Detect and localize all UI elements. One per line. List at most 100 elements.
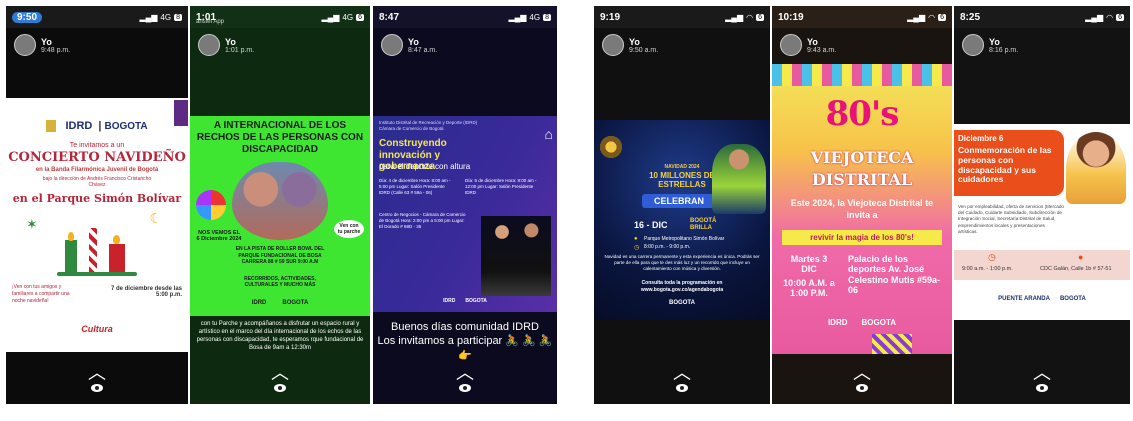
clock-icon: ◷ bbox=[634, 245, 640, 251]
views-eye-icon[interactable] bbox=[676, 384, 688, 392]
story-header[interactable]: Yo 8:16 p.m. bbox=[962, 34, 1018, 56]
signal-indicator: ▂▄▆ 4G 8 bbox=[508, 12, 551, 22]
poster-org: Instituto Distrital de Recreación y Depo… bbox=[379, 120, 478, 131]
poster-invite: Te invitamos a un bbox=[69, 142, 125, 149]
poster-link: Consulta toda la programación en www.bog… bbox=[640, 280, 724, 293]
date-badge: NOS VEMOS EL 6 Diciembre 2024 bbox=[196, 230, 242, 242]
story-user: Yo bbox=[807, 36, 818, 47]
checker-decoration bbox=[772, 64, 952, 86]
story-screen-discapacidad: 1:01 ansMi App ▂▄▆ 4G 6 Yo 1:01 p.m. A INT… bbox=[190, 6, 370, 404]
signal-indicator: ▂▄▆ ◠ 6 bbox=[725, 13, 764, 22]
candles-illustration bbox=[57, 228, 137, 278]
views-eye-icon[interactable] bbox=[856, 384, 868, 392]
info-center: Centro de Negocios - Cámara de Comercio … bbox=[379, 212, 466, 230]
signal-indicator: ▂▄▆ ◠ 6 bbox=[1085, 13, 1124, 22]
poster-hour: 9:00 a.m. - 1:00 p.m. bbox=[962, 266, 1013, 272]
story-header[interactable]: Yo 9:43 a.m. bbox=[780, 34, 836, 56]
poster-place: Parque Metropolitano Simón Bolívar bbox=[644, 236, 725, 242]
story-header[interactable]: Yo 8:47 a.m. bbox=[381, 34, 437, 56]
poster-place: CDC Galán, Calle 1b # 57-51 bbox=[1040, 266, 1112, 272]
views-eye-icon[interactable] bbox=[91, 384, 103, 392]
poster-place: Palacio de los deportes Av. José Celesti… bbox=[848, 254, 941, 296]
poster-brand: BOGOTÁ BRILLA bbox=[690, 218, 717, 231]
battery-icon: 8 bbox=[174, 13, 182, 21]
story-time: 8:16 p.m. bbox=[989, 46, 1019, 54]
story-time: 8:47 a.m. bbox=[408, 46, 438, 54]
runner-image bbox=[712, 144, 766, 214]
poster-viejoteca[interactable]: 80's VIEJOTECA DISTRITAL Este 2024, la V… bbox=[772, 64, 952, 354]
poster-title: 80's bbox=[825, 94, 900, 134]
clock-icon: ◷ bbox=[988, 252, 996, 262]
avatar[interactable] bbox=[198, 34, 220, 56]
poster-sponsor: Cultura bbox=[81, 324, 113, 334]
status-time: 9:19 bbox=[600, 11, 621, 23]
poster-title: A INTERNACIONAL DE LOS RECHOS DE LAS PER… bbox=[196, 120, 364, 155]
signal-icon: ▂▄▆ bbox=[725, 12, 744, 22]
status-bar: 1:01 ansMi App ▂▄▆ 4G 6 bbox=[190, 6, 370, 28]
poster-activities: RECORRIDOS, ACTIVIDADES, CULTURALES Y MU… bbox=[244, 276, 316, 288]
views-eye-icon[interactable] bbox=[274, 384, 286, 392]
status-app: ansMi App bbox=[196, 19, 225, 25]
wifi-icon: ◠ bbox=[1106, 12, 1114, 22]
poster-title: Conmemoración de las personas con discap… bbox=[958, 145, 1052, 185]
story-time: 9:50 a.m. bbox=[629, 46, 659, 54]
poster-concierto[interactable]: IDRD | BOGOTA Te invitamos a un CONCIERTO… bbox=[6, 98, 188, 352]
story-user: Yo bbox=[41, 36, 52, 47]
battery-icon: 6 bbox=[756, 13, 764, 21]
swipe-up-icon[interactable]: ︿ bbox=[673, 364, 691, 382]
story-header[interactable]: Yo 9:48 p.m. bbox=[14, 34, 70, 56]
poster-estrellas[interactable]: NAVIDAD 2024 10 MILLONES DE ESTRELLAS CE… bbox=[594, 120, 770, 320]
battery-icon: 6 bbox=[1116, 13, 1124, 21]
home-icon: ⌂ bbox=[544, 126, 553, 142]
avatar[interactable] bbox=[602, 34, 624, 56]
swipe-up-icon[interactable]: ︿ bbox=[853, 364, 871, 382]
views-eye-icon[interactable] bbox=[459, 384, 471, 392]
avatar[interactable] bbox=[14, 34, 36, 56]
poster-hour: 8:00 p.m. - 9:00 p.m. bbox=[644, 244, 691, 250]
poster-desc: Navidad es una carrera permanente y esta… bbox=[604, 254, 760, 272]
story-header[interactable]: Yo 9:50 a.m. bbox=[602, 34, 658, 56]
ornaments-icon bbox=[598, 134, 624, 160]
poster-date: 16 - DIC bbox=[634, 220, 668, 230]
avatar[interactable] bbox=[381, 34, 403, 56]
story-screen-gobernanza: 8:47 ▂▄▆ 4G 8 Yo 8:47 a.m. Instituto Distr… bbox=[373, 6, 557, 404]
story-user: Yo bbox=[225, 36, 236, 47]
story-user: Yo bbox=[629, 36, 640, 47]
avatar[interactable] bbox=[962, 34, 984, 56]
poster-subtitle: para el deporte con altura bbox=[379, 162, 471, 171]
star-decoration-icon: ✶ bbox=[26, 216, 38, 232]
status-time: 8:25 bbox=[960, 11, 981, 23]
battery-icon: 6 bbox=[356, 13, 364, 21]
swipe-up-icon[interactable]: ︿ bbox=[456, 364, 474, 382]
story-header[interactable]: Yo 1:01 p.m. bbox=[198, 34, 254, 56]
poster-date: 7 de diciembre desde las 5:00 p.m. bbox=[110, 286, 182, 298]
story-screen-cuidadores: 8:25 ▂▄▆ ◠ 6 Yo 8:16 p.m. Diciembre 6 Conm… bbox=[954, 6, 1130, 404]
location-pin-icon: ● bbox=[634, 236, 638, 242]
swipe-up-icon[interactable]: ︿ bbox=[88, 364, 106, 382]
swipe-up-icon[interactable]: ︿ bbox=[1033, 364, 1051, 382]
poster-ribbon: revivir la magia de los 80's! bbox=[782, 230, 942, 245]
poster-promo: ¡Ven con tus amigos y familiares a compa… bbox=[12, 284, 70, 304]
story-screen-concierto: 9:50 ▂▄▆ 4G 8 Yo 9:48 p.m. IDRD | BOGOTA Te… bbox=[6, 6, 188, 404]
signal-icon: ▂▄▆ bbox=[508, 12, 527, 22]
poster-place: EN LA PISTA DE ROLLER BOWL DEL PARQUE FU… bbox=[235, 246, 325, 265]
poster-logos: BOGOTA bbox=[669, 300, 695, 306]
views-eye-icon[interactable] bbox=[1036, 384, 1048, 392]
swipe-up-icon[interactable]: ︿ bbox=[271, 364, 289, 382]
poster-day: Martes 3 DIC bbox=[790, 254, 828, 275]
poster-intro: Este 2024, la Viejoteca Distrital te inv… bbox=[790, 198, 934, 220]
poster-cuidadores[interactable]: Diciembre 6 Conmemoración de las persona… bbox=[954, 124, 1130, 320]
wheel-icon bbox=[196, 190, 226, 220]
poster-desc: Ven por empleabilidad, oferta de servici… bbox=[958, 204, 1064, 234]
poster-line1: VIEJOTECA bbox=[810, 148, 914, 167]
status-bar: 8:25 ▂▄▆ ◠ 6 bbox=[954, 6, 1130, 28]
poster-gobernanza[interactable]: Instituto Distrital de Recreación y Depo… bbox=[373, 116, 557, 312]
avatar[interactable] bbox=[780, 34, 802, 56]
poster-discapacidad[interactable]: A INTERNACIONAL DE LOS RECHOS DE LAS PER… bbox=[190, 116, 370, 316]
signal-indicator: ▂▄▆ 4G 6 bbox=[321, 12, 364, 22]
wifi-icon: ◠ bbox=[928, 12, 936, 22]
poster-logos: IDRD BOGOTA bbox=[443, 298, 487, 304]
poster-logos: IDRD BOGOTA bbox=[251, 300, 309, 306]
poster-logos: IDRD | BOGOTA bbox=[6, 120, 188, 133]
info-left: Día: 4 de diciembre Hora: 8:00 am - 5:00… bbox=[379, 178, 451, 196]
